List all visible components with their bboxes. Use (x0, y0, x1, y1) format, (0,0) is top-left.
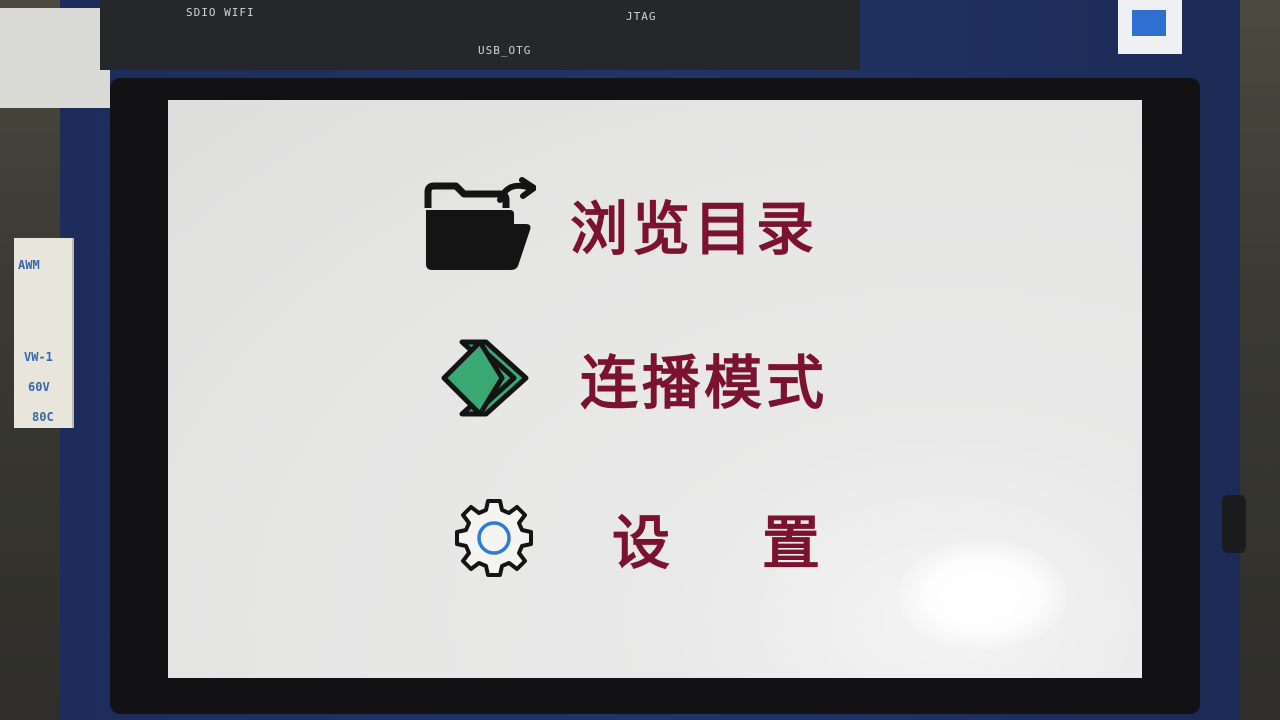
screw (1222, 495, 1246, 553)
menu-item-label: 设置 (612, 509, 913, 577)
menu-item-slideshow-mode[interactable]: 连播模式 (440, 336, 828, 420)
menu-item-label: 浏览目录 (570, 195, 819, 263)
usb-connector (0, 8, 110, 108)
ribbon-cable: AWM VW-1 60V 80C (14, 238, 74, 428)
lcd-screen: 浏览目录 连播模式 设置 (168, 100, 1142, 678)
menu-item-settings[interactable]: 设置 (454, 496, 912, 580)
screen-glare (898, 540, 1068, 650)
ribbon-text-vw: VW-1 (24, 350, 53, 364)
ribbon-text-awm: AWM (18, 258, 40, 272)
menu-item-browse-directory[interactable]: 浏览目录 (422, 174, 818, 274)
menu-item-label: 连播模式 (580, 349, 829, 417)
folder-icon (424, 177, 536, 270)
blue-connector (1118, 0, 1182, 54)
silkscreen-usb-otg: USB_OTG (478, 44, 532, 57)
gear-icon (455, 499, 533, 577)
photo-scene: SDIO WIFI USB_OTG JTAG AWM VW-1 60V 80C … (0, 0, 1280, 720)
carousel-icon (441, 339, 529, 417)
silkscreen-sdio-wifi: SDIO WIFI (186, 6, 255, 19)
silkscreen-jtag: JTAG (626, 10, 657, 23)
ribbon-text-60v: 60V (28, 380, 50, 394)
ribbon-text-80c: 80C (32, 410, 54, 424)
